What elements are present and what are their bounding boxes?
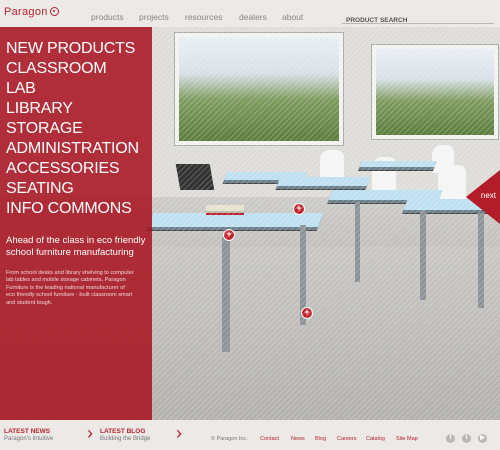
footer-link-careers[interactable]: Careers [337, 436, 357, 442]
desk-leg [355, 202, 360, 282]
classroom-window [372, 45, 498, 139]
nav-projects[interactable]: projects [139, 12, 169, 22]
desk-leg [420, 210, 426, 300]
category-storage[interactable]: STORAGE [6, 119, 139, 139]
category-lab[interactable]: LAB [6, 79, 139, 99]
category-info-commons[interactable]: INFO COMMONS [6, 199, 139, 219]
footer: LATEST NEWS Paragon's Intuitive › LATEST… [0, 420, 500, 450]
footer-link-site-map[interactable]: Site Map [396, 436, 418, 442]
twitter-icon[interactable]: t [462, 434, 471, 443]
hero-blurb: From school desks and library shelving t… [6, 270, 134, 306]
latest-news-item[interactable]: Paragon's Intuitive [4, 436, 53, 442]
footer-link-blog[interactable]: Blog [315, 436, 326, 442]
desk-leg [478, 213, 484, 308]
nav-dealers[interactable]: dealers [239, 12, 267, 22]
desk [146, 213, 324, 230]
classroom-window [175, 33, 343, 145]
footer-link-news[interactable]: News [291, 436, 305, 442]
paragon-logo[interactable]: Paragon [4, 6, 59, 18]
copyright: © Paragon Inc. [211, 436, 248, 442]
nav-about[interactable]: about [282, 12, 303, 22]
hotspot-plus-icon[interactable]: + [223, 229, 235, 241]
category-menu: NEW PRODUCTS CLASSROOM LAB LIBRARY STORA… [6, 39, 139, 219]
category-panel: NEW PRODUCTS CLASSROOM LAB LIBRARY STORA… [0, 27, 152, 420]
footer-link-catalog[interactable]: Catalog [366, 436, 385, 442]
latest-news-title[interactable]: LATEST NEWS [4, 428, 50, 435]
product-search [342, 9, 496, 24]
latest-blog-title[interactable]: LATEST BLOG [100, 428, 145, 435]
desk-leg [222, 237, 230, 352]
book-stack [206, 205, 244, 211]
product-search-input[interactable] [342, 15, 496, 24]
desk [275, 177, 371, 189]
nav-products[interactable]: products [91, 12, 124, 22]
hotspot-plus-icon[interactable]: + [301, 307, 313, 319]
logo-text: Paragon [4, 6, 48, 18]
footer-link-contact[interactable]: Contact [260, 436, 279, 442]
facebook-icon[interactable]: f [446, 434, 455, 443]
youtube-icon[interactable]: ▶ [478, 434, 487, 443]
laptop [175, 164, 215, 190]
category-classroom[interactable]: CLASSROOM [6, 59, 139, 79]
nav-resources[interactable]: resources [185, 12, 222, 22]
category-library[interactable]: LIBRARY [6, 99, 139, 119]
desk [358, 161, 437, 170]
logo-circle-icon [49, 7, 59, 16]
category-accessories[interactable]: ACCESSORIES [6, 159, 139, 179]
latest-blog-item[interactable]: Building the Bridge [100, 436, 150, 442]
news-chevron-right-icon[interactable]: › [87, 423, 93, 444]
hotspot-plus-icon[interactable]: + [293, 203, 305, 215]
next-label: next [480, 191, 496, 200]
category-administration[interactable]: ADMINISTRATION [6, 139, 139, 159]
blog-chevron-right-icon[interactable]: › [176, 423, 182, 444]
category-seating[interactable]: SEATING [6, 179, 139, 199]
hero-tagline: Ahead of the class in eco friendly schoo… [6, 235, 146, 258]
category-new-products[interactable]: NEW PRODUCTS [6, 39, 139, 59]
top-bar: Paragon products projects resources deal… [0, 0, 500, 27]
